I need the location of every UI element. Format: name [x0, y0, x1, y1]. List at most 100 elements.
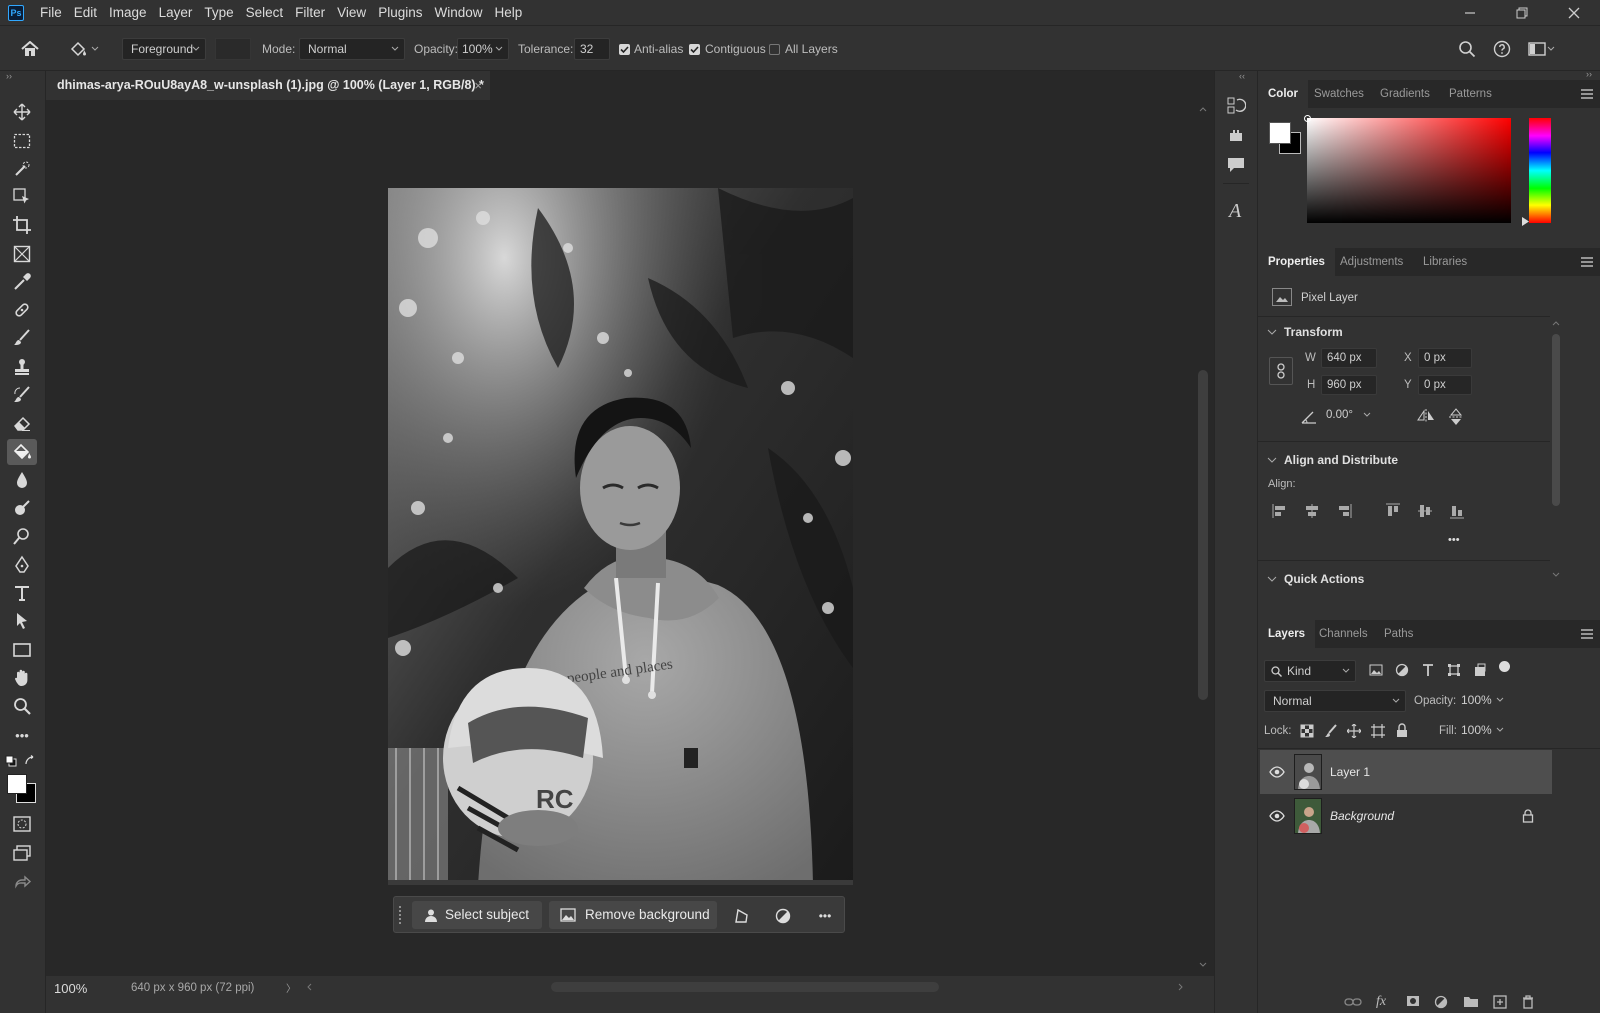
align-right-icon[interactable] [1334, 502, 1354, 520]
menu-type[interactable]: Type [198, 0, 239, 25]
x-input[interactable]: 0 px [1418, 348, 1472, 368]
zoom-tool-icon[interactable] [7, 693, 37, 719]
tab-libraries[interactable]: Libraries [1413, 248, 1477, 276]
history-brush-tool-icon[interactable] [7, 382, 37, 408]
foreground-color-swatch[interactable] [7, 774, 27, 794]
path-selection-tool-icon[interactable] [7, 608, 37, 634]
marquee-tool-icon[interactable] [7, 128, 37, 154]
layer-row-background[interactable]: Background [1260, 794, 1552, 838]
close-window-button[interactable] [1548, 0, 1600, 25]
home-icon[interactable] [18, 38, 42, 60]
eyedropper-tool-icon[interactable] [7, 269, 37, 295]
tab-channels[interactable]: Channels [1309, 620, 1378, 648]
height-input[interactable]: 960 px [1321, 375, 1377, 395]
properties-scrollbar[interactable] [1551, 316, 1561, 578]
select-subject-button[interactable]: Select subject [412, 901, 542, 929]
layer-filter-select[interactable]: Kind [1264, 660, 1356, 682]
comments-icon[interactable] [1223, 153, 1249, 177]
opacity-input[interactable]: 100% [457, 38, 509, 60]
quick-mask-icon[interactable] [7, 811, 37, 837]
properties-scroll-thumb[interactable] [1552, 334, 1560, 506]
remove-background-button[interactable]: Remove background [549, 901, 717, 929]
document-image[interactable]: people and places RC [388, 188, 853, 885]
tab-patterns[interactable]: Patterns [1439, 80, 1502, 108]
tab-color[interactable]: Color [1258, 80, 1309, 108]
add-layer-style-icon[interactable]: fx [1376, 994, 1386, 1010]
blur-tool-icon[interactable] [7, 467, 37, 493]
workspace-switcher[interactable] [1522, 38, 1562, 60]
search-icon[interactable] [1455, 38, 1479, 60]
y-input[interactable]: 0 px [1418, 375, 1472, 395]
frame-tool-icon[interactable] [7, 241, 37, 267]
document-tab[interactable]: dhimas-arya-ROuU8ayA8_w-unsplash (1).jpg… [46, 71, 490, 100]
align-left-icon[interactable] [1270, 502, 1290, 520]
screen-mode-icon[interactable] [7, 840, 37, 866]
anti-alias-checkbox[interactable] [619, 44, 630, 55]
default-colors-icon[interactable] [5, 755, 17, 767]
align-more-icon[interactable]: ••• [1448, 534, 1460, 546]
history-icon[interactable] [1223, 93, 1249, 119]
align-top-icon[interactable] [1383, 502, 1403, 520]
expand-toolbar-icon[interactable]: ›› [6, 71, 18, 81]
link-dimensions-icon[interactable] [1269, 357, 1293, 385]
eraser-tool-icon[interactable] [7, 410, 37, 436]
tab-gradients[interactable]: Gradients [1370, 80, 1440, 108]
horizontal-scroll-thumb[interactable] [551, 982, 939, 992]
sponge-tool-icon[interactable] [7, 523, 37, 549]
healing-brush-tool-icon[interactable] [7, 297, 37, 323]
brush-tool-icon[interactable] [7, 325, 37, 351]
zoom-level-input[interactable]: 100% [54, 978, 116, 1000]
fill-source-select[interactable]: Foreground [122, 38, 206, 60]
panel-foreground-swatch[interactable] [1269, 122, 1291, 144]
pen-tool-icon[interactable] [7, 552, 37, 578]
filter-toggle-icon[interactable] [1499, 661, 1510, 672]
tab-layers[interactable]: Layers [1258, 620, 1316, 648]
more-tools-icon[interactable]: ••• [7, 722, 37, 748]
drag-handle-icon[interactable] [398, 905, 402, 925]
collapse-panels-icon[interactable]: ›› [1586, 69, 1592, 79]
align-distribute-title[interactable]: Align and Distribute [1284, 453, 1398, 467]
paint-bucket-tool-icon[interactable] [7, 439, 37, 465]
width-input[interactable]: 640 px [1321, 348, 1377, 368]
plugins-icon[interactable] [1223, 123, 1249, 147]
color-picker-field[interactable] [1304, 115, 1511, 223]
crop-tool-icon[interactable] [7, 212, 37, 238]
transform-icon[interactable] [730, 905, 752, 927]
canvas-area[interactable]: people and places RC [46, 100, 1194, 976]
menu-select[interactable]: Select [240, 0, 290, 25]
menu-view[interactable]: View [331, 0, 372, 25]
horizontal-scrollbar[interactable] [306, 978, 1186, 994]
help-icon[interactable] [1490, 38, 1514, 60]
minimize-button[interactable] [1444, 0, 1496, 25]
hue-slider[interactable] [1529, 118, 1551, 223]
align-center-icon[interactable] [1302, 502, 1322, 520]
frame-select-tool-icon[interactable] [7, 184, 37, 210]
close-document-icon[interactable]: × [474, 71, 482, 100]
menu-plugins[interactable]: Plugins [372, 0, 428, 25]
all-layers-checkbox[interactable] [769, 44, 780, 55]
tab-paths[interactable]: Paths [1374, 620, 1423, 648]
transform-title[interactable]: Transform [1284, 325, 1343, 339]
menu-layer[interactable]: Layer [153, 0, 199, 25]
tab-adjustments[interactable]: Adjustments [1330, 248, 1413, 276]
hand-tool-icon[interactable] [7, 665, 37, 691]
swap-colors-icon[interactable] [24, 755, 36, 767]
menu-image[interactable]: Image [103, 0, 153, 25]
object-selection-tool-icon[interactable] [7, 156, 37, 182]
type-tool-icon[interactable] [7, 580, 37, 606]
color-picker-cursor[interactable] [1304, 115, 1311, 122]
align-middle-icon[interactable] [1415, 502, 1435, 520]
menu-window[interactable]: Window [428, 0, 488, 25]
contiguous-checkbox[interactable] [689, 44, 700, 55]
menu-file[interactable]: File [34, 0, 68, 25]
layer-opacity-input[interactable]: 100% [1458, 690, 1509, 712]
menu-filter[interactable]: Filter [289, 0, 331, 25]
pattern-picker[interactable] [215, 38, 251, 60]
align-bottom-icon[interactable] [1447, 502, 1467, 520]
move-tool-icon[interactable] [7, 99, 37, 125]
menu-help[interactable]: Help [488, 0, 528, 25]
share-icon[interactable] [7, 869, 37, 895]
dodge-tool-icon[interactable] [7, 495, 37, 521]
adjustment-icon[interactable] [772, 905, 794, 927]
clone-stamp-tool-icon[interactable] [7, 354, 37, 380]
